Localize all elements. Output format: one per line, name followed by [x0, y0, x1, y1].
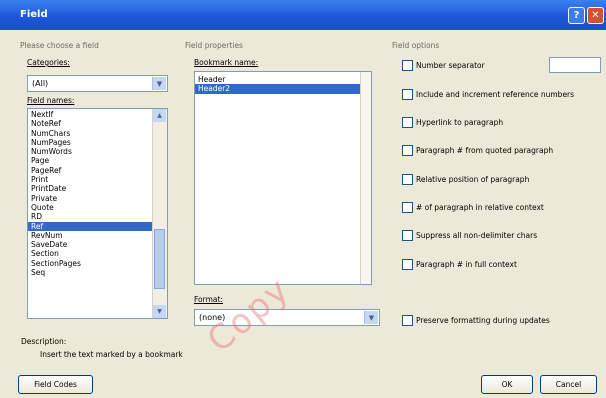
field-name-item[interactable]: Ref — [28, 221, 153, 231]
field-properties-section-title: Field properties — [185, 41, 243, 50]
categories-dropdown[interactable]: (All) ▼ — [27, 75, 168, 92]
bookmark-items: Header Header2 — [195, 75, 361, 94]
checkbox[interactable] — [402, 314, 413, 326]
dialog-title: Field — [20, 9, 48, 20]
field-names-list[interactable]: NextIf NoteRef NumChars NumPages NumWords Pag… — [27, 108, 168, 319]
option-relative-context[interactable]: # of paragraph in relative context — [402, 201, 544, 213]
checkbox[interactable] — [402, 116, 413, 128]
chevron-down-icon[interactable]: ▼ — [152, 77, 166, 90]
field-name-item[interactable]: RevNum — [28, 231, 153, 240]
choose-field-section-title: Please choose a field — [20, 41, 99, 50]
option-include-increment[interactable]: Include and increment reference numbers — [402, 88, 574, 100]
bookmark-item[interactable]: Header — [195, 75, 361, 84]
field-name-item[interactable]: PrintDate — [28, 184, 153, 193]
option-number-separator[interactable]: Number separator — [402, 59, 485, 71]
option-relative-position[interactable]: Relative position of paragraph — [402, 173, 529, 185]
option-label: Include and increment reference numbers — [416, 89, 575, 99]
scroll-thumb[interactable] — [154, 229, 165, 289]
field-name-item[interactable]: Page — [28, 156, 153, 165]
checkbox[interactable] — [402, 258, 413, 270]
option-label: # of paragraph in relative context — [416, 202, 544, 212]
close-button[interactable]: ✕ — [587, 7, 604, 24]
field-name-item[interactable]: NumWords — [28, 147, 153, 156]
checkbox[interactable] — [402, 201, 413, 213]
checkbox[interactable] — [402, 144, 413, 156]
option-full-context[interactable]: Paragraph # in full context — [402, 258, 517, 270]
option-label: Paragraph # from quoted paragraph — [416, 145, 554, 155]
option-preserve-formatting[interactable]: Preserve formatting during updates — [402, 314, 550, 326]
field-options-section-title: Field options — [392, 41, 440, 50]
field-name-item[interactable]: Print — [28, 175, 153, 184]
ok-button[interactable]: OK — [481, 375, 533, 394]
option-label: Hyperlink to paragraph — [416, 117, 504, 127]
number-separator-input[interactable] — [549, 57, 601, 73]
field-name-item[interactable]: NextIf — [28, 110, 153, 119]
field-name-item[interactable]: RD — [28, 212, 153, 221]
checkbox[interactable] — [402, 229, 413, 241]
checkbox[interactable] — [402, 59, 413, 71]
scroll-down-icon[interactable]: ▼ — [153, 305, 166, 318]
field-name-item[interactable]: Private — [28, 194, 153, 203]
field-name-item[interactable]: NumChars — [28, 129, 153, 138]
option-hyperlink[interactable]: Hyperlink to paragraph — [402, 116, 503, 128]
field-name-item[interactable]: Quote — [28, 203, 153, 212]
cancel-button[interactable]: Cancel — [540, 375, 597, 394]
field-name-item[interactable]: Section — [28, 249, 153, 258]
option-label: Number separator — [416, 60, 485, 70]
option-label: Suppress all non-delimiter chars — [416, 230, 538, 240]
bookmark-scrollbar[interactable] — [360, 72, 371, 284]
description-text: Insert the text marked by a bookmark — [40, 350, 183, 359]
field-names-label: Field names: — [27, 96, 75, 105]
option-label: Preserve formatting during updates — [416, 315, 550, 325]
bookmark-item[interactable]: Header2 — [195, 84, 361, 94]
bookmark-list[interactable]: Header Header2 — [194, 71, 372, 285]
option-suppress-chars[interactable]: Suppress all non-delimiter chars — [402, 229, 537, 241]
field-name-item[interactable]: NoteRef — [28, 119, 153, 128]
field-name-item[interactable]: PageRef — [28, 166, 153, 175]
checkbox[interactable] — [402, 173, 413, 185]
field-name-item[interactable]: NumPages — [28, 138, 153, 147]
option-label: Paragraph # in full context — [416, 259, 517, 269]
field-codes-button[interactable]: Field Codes — [18, 375, 93, 394]
checkbox[interactable] — [402, 88, 413, 100]
field-names-items: NextIf NoteRef NumChars NumPages NumWords Pag… — [28, 110, 153, 277]
field-name-item[interactable]: Seq — [28, 268, 153, 277]
categories-value: (All) — [32, 79, 49, 88]
categories-label: Categories: — [27, 58, 70, 67]
option-quoted-paragraph[interactable]: Paragraph # from quoted paragraph — [402, 144, 553, 156]
field-name-item[interactable]: SectionPages — [28, 259, 153, 268]
bookmark-name-label: Bookmark name: — [194, 58, 259, 67]
chevron-down-icon[interactable]: ▼ — [364, 311, 378, 324]
field-dialog: Field ? ✕ Please choose a field Categori… — [0, 0, 606, 398]
option-label: Relative position of paragraph — [416, 174, 530, 184]
field-names-scrollbar[interactable]: ▲ ▼ — [152, 109, 167, 318]
field-name-item[interactable]: SaveDate — [28, 240, 153, 249]
scroll-up-icon[interactable]: ▲ — [153, 109, 166, 122]
title-bar: Field ? ✕ — [0, 0, 606, 30]
description-label: Description: — [21, 337, 67, 346]
help-button[interactable]: ? — [568, 7, 585, 24]
format-label: Format: — [194, 295, 223, 304]
